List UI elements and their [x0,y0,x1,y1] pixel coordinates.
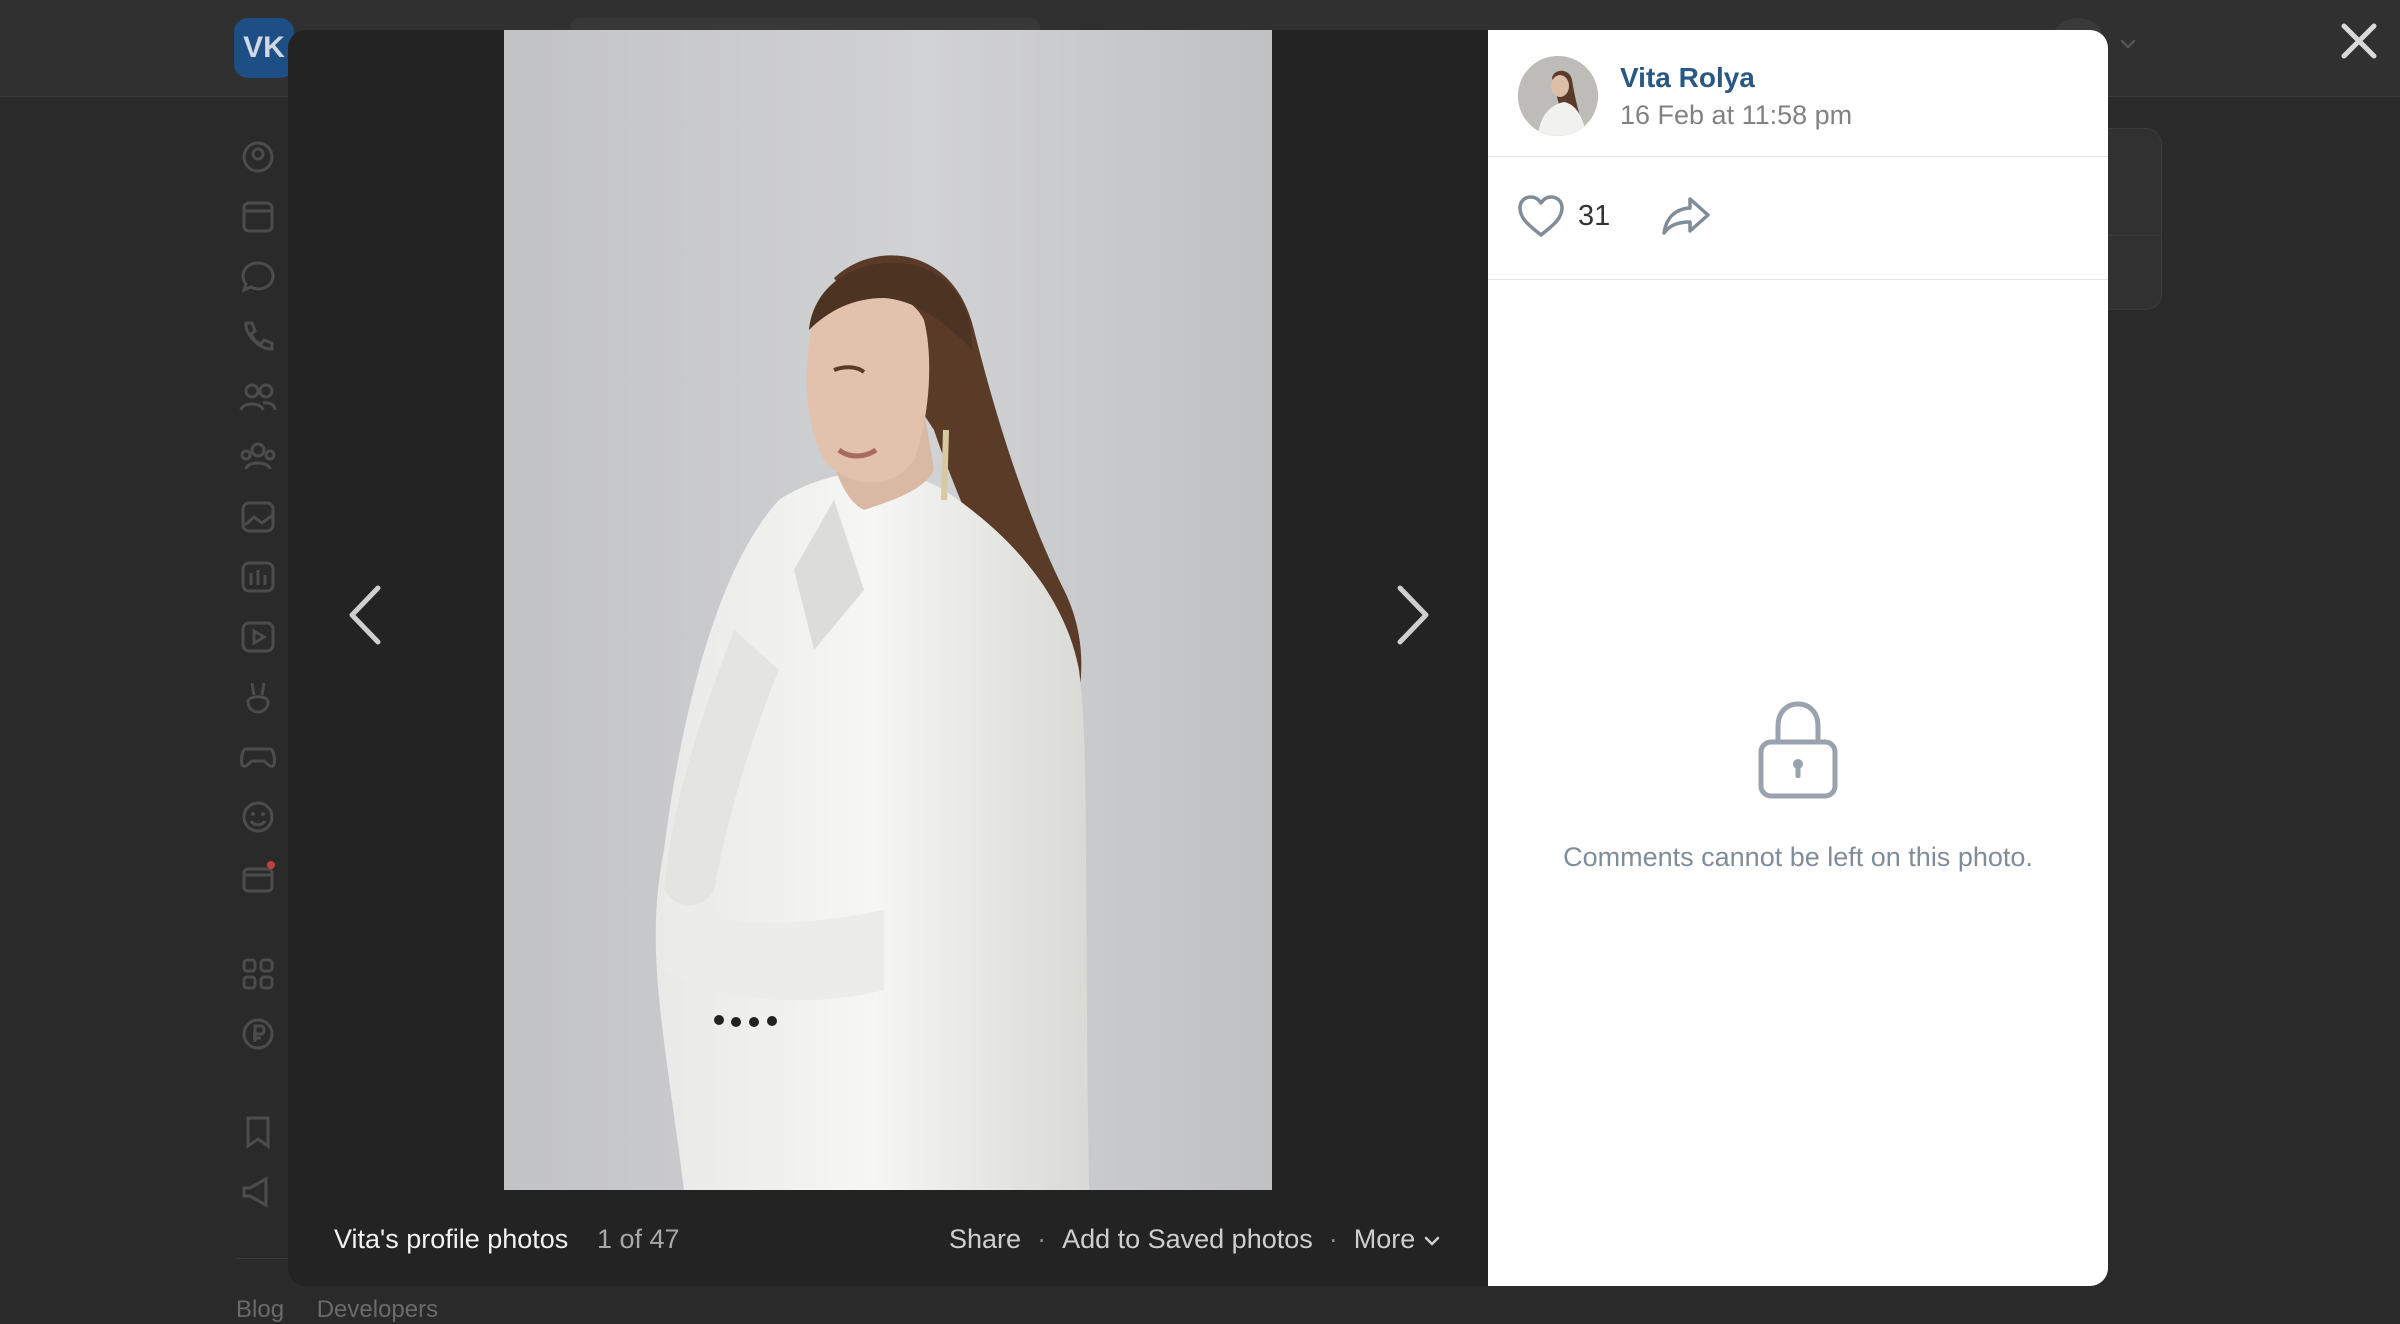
post-date[interactable]: 16 Feb at 11:58 pm [1620,100,1852,131]
chevron-left-icon [349,585,381,645]
footer-links-dimmed: Blog Developers [236,1296,464,1324]
profile-photo[interactable] [504,30,1272,1190]
ads-icon [242,1176,268,1208]
vk-logo: VK [234,18,294,78]
photo-viewer: Vita's profile photos 1 of 47 Share · Add … [288,30,2108,1286]
photo-actions: Share · Add to Saved photos · More [949,1224,1441,1255]
chevron-down-icon [2120,39,2136,49]
music-icon [241,561,275,593]
avatar-image [1518,56,1598,136]
photos-icon [241,501,275,533]
next-photo-button[interactable] [1380,570,1440,660]
bookmarks-icon [246,1116,270,1149]
more-label: More [1353,1224,1416,1254]
separator-dot: · [1037,1224,1047,1254]
video-icon [241,621,275,653]
vk-pay-icon [242,1018,274,1050]
add-to-saved-link[interactable]: Add to Saved photos [1062,1224,1313,1254]
share-link[interactable]: Share [949,1224,1021,1254]
separator-dot: · [1328,1224,1338,1254]
close-icon[interactable] [2336,18,2382,64]
photo-counter: 1 of 47 [597,1224,680,1254]
more-menu-button[interactable]: More [1354,1224,1442,1254]
friends-icon [239,383,277,411]
chevron-down-icon [1425,1236,1440,1246]
messages-icon [241,261,275,293]
profile-icon [242,141,274,173]
services-icon [242,958,274,990]
comments-disabled-text: Comments cannot be left on this photo. [1563,842,2033,872]
album-title-link[interactable]: Vita's profile photos [334,1224,568,1255]
viewer-bottom-bar: Vita's profile photos 1 of 47 Share · Add … [288,1190,1488,1286]
news-icon [242,201,274,233]
like-button[interactable]: 31 [1516,191,1610,241]
post-actions: 31 [1488,157,2108,280]
share-arrow-icon[interactable] [1660,193,1712,239]
clips-icon [246,682,270,714]
chevron-right-icon [1397,585,1429,645]
like-count: 31 [1578,199,1611,232]
comments-locked [1488,698,2108,807]
previous-photo-button[interactable] [338,570,398,660]
footer-link-blog: Blog [236,1296,285,1323]
photo-info-panel: Vita Rolya 16 Feb at 11:58 pm 31 Comment… [1488,30,2108,1286]
photo-illustration [504,30,1272,1190]
author-name-link[interactable]: Vita Rolya [1620,62,1755,94]
stickers-icon [242,801,274,833]
gifts-icon [242,861,275,893]
calls-icon [244,321,274,351]
post-header: Vita Rolya 16 Feb at 11:58 pm [1488,30,2108,157]
heart-icon [1518,195,1564,237]
author-avatar[interactable] [1518,56,1598,136]
games-icon [240,747,276,768]
lock-icon [1758,701,1838,799]
communities-icon [240,442,276,470]
photo-stage: Vita's profile photos 1 of 47 Share · Add … [288,30,1488,1286]
footer-link-developers: Developers [316,1296,439,1323]
